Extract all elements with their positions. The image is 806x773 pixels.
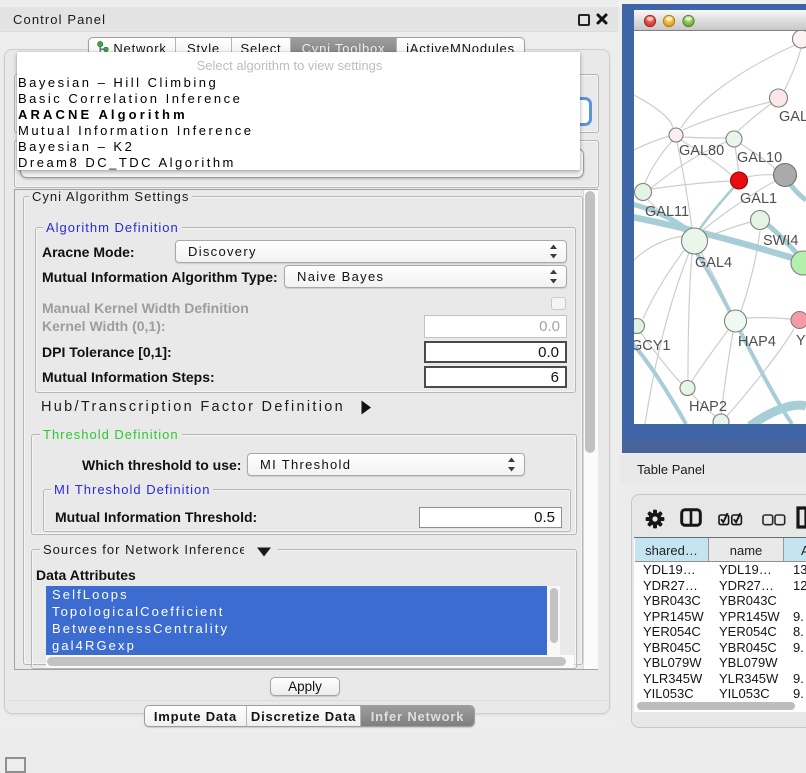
- svg-text:GCY1: GCY1: [634, 338, 671, 354]
- svg-text:GAL10: GAL10: [737, 150, 782, 166]
- svg-text:GAL7: GAL7: [779, 109, 806, 125]
- svg-text:GAL4: GAL4: [695, 255, 732, 271]
- svg-text:HAP4: HAP4: [738, 334, 776, 350]
- svg-text:HAP2: HAP2: [689, 399, 727, 415]
- svg-text:GAL80: GAL80: [679, 143, 724, 159]
- svg-text:YM: YM: [796, 333, 806, 349]
- svg-text:GAL1: GAL1: [740, 191, 777, 207]
- svg-text:GAL11: GAL11: [645, 204, 689, 220]
- svg-text:SWI4: SWI4: [763, 233, 798, 249]
